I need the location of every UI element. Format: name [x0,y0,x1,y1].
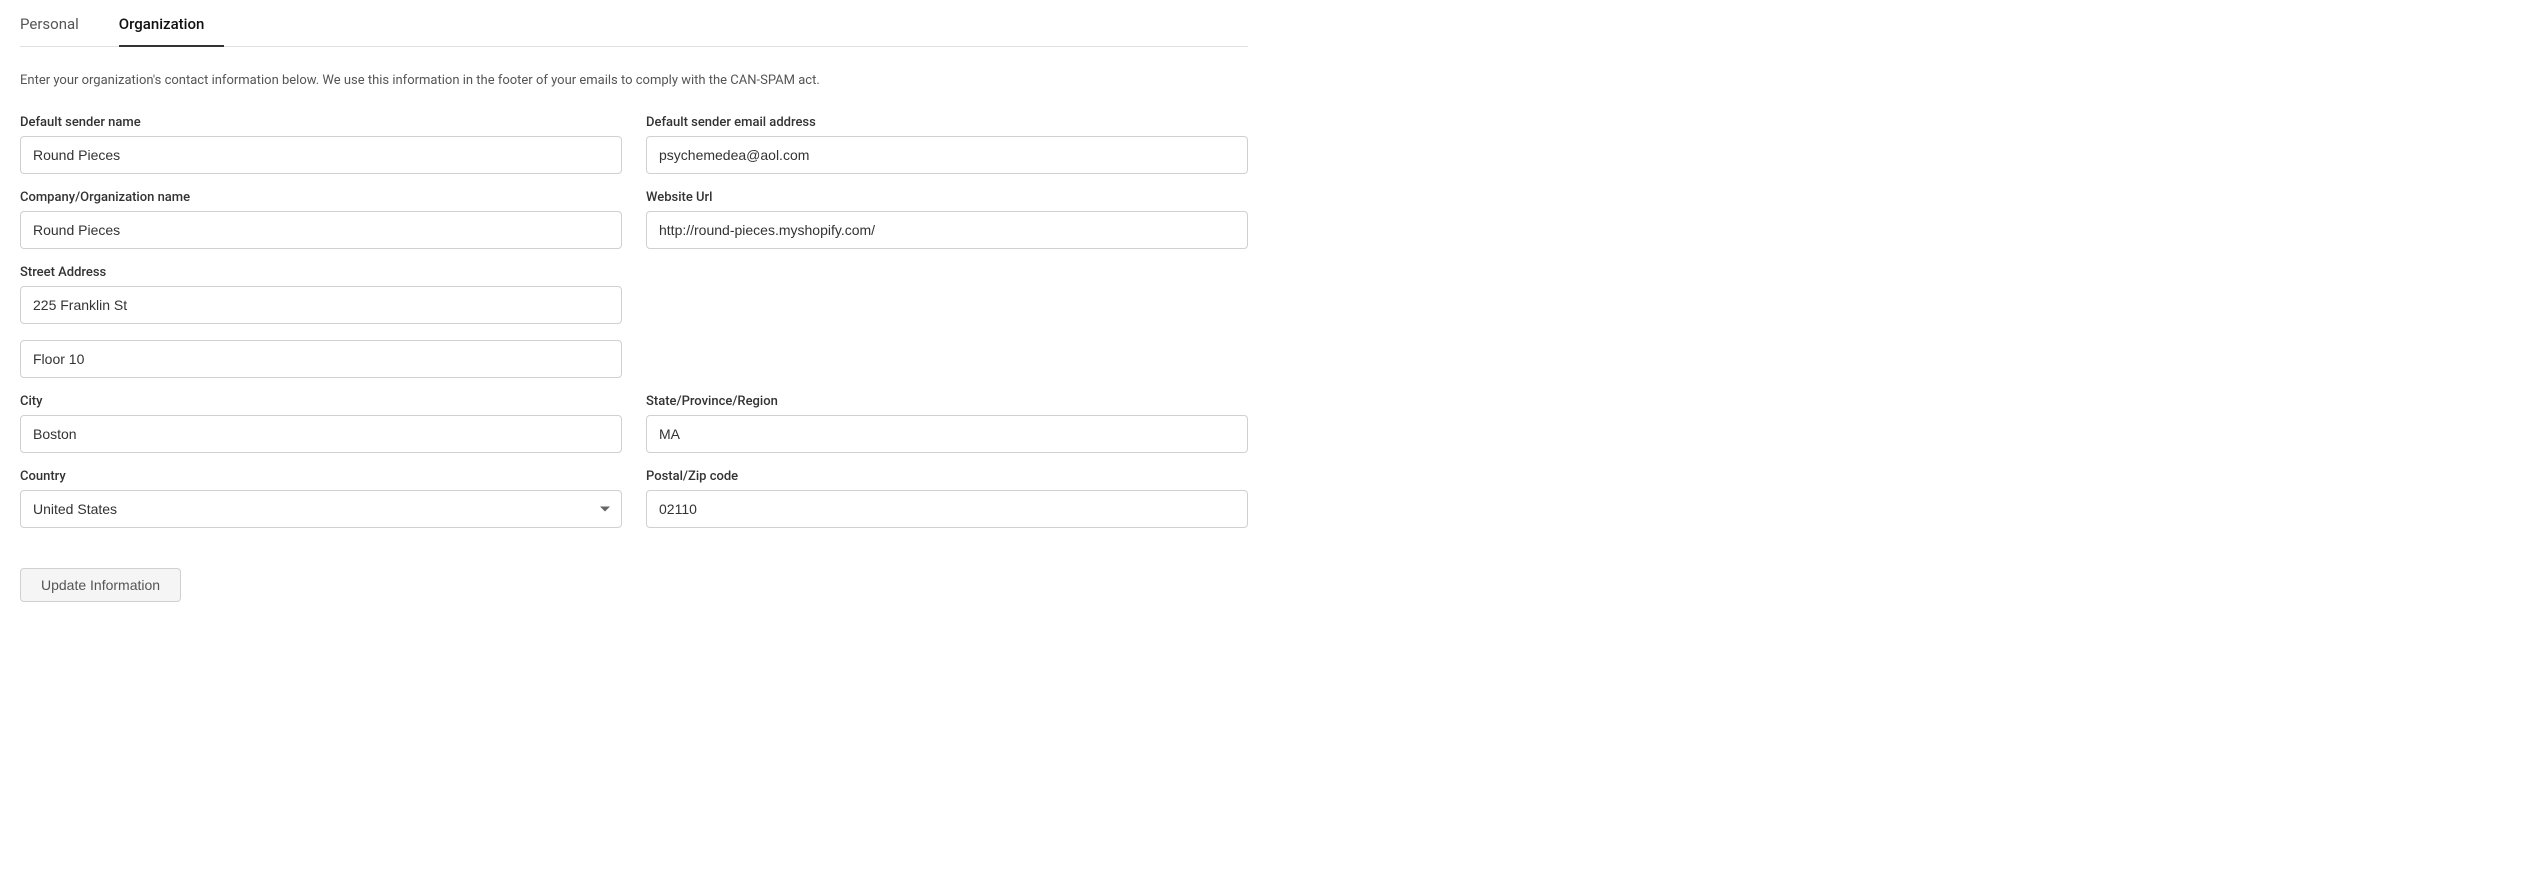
row-company: Company/Organization name Website Url [20,190,1248,249]
label-sender-name: Default sender name [20,115,622,130]
address-left-col: Street Address [20,265,622,324]
input-website-url[interactable] [646,211,1248,249]
group-country: Country United States Canada United King… [20,469,622,528]
group-company-name: Company/Organization name [20,190,622,249]
label-company-name: Company/Organization name [20,190,622,205]
input-street-address-1[interactable] [20,286,622,324]
row-city-state: City State/Province/Region [20,394,1248,453]
label-street-address: Street Address [20,265,622,280]
input-state[interactable] [646,415,1248,453]
label-city: City [20,394,622,409]
country-select-wrapper: United States Canada United Kingdom Aust… [20,490,622,528]
select-country[interactable]: United States Canada United Kingdom Aust… [20,490,622,528]
input-street-address-2[interactable] [20,340,622,378]
group-city: City [20,394,622,453]
group-street-address: Street Address [20,265,622,324]
label-sender-email: Default sender email address [646,115,1248,130]
page-container: Personal Organization Enter your organiz… [0,0,1268,642]
label-website-url: Website Url [646,190,1248,205]
update-information-button[interactable]: Update Information [20,568,181,602]
group-street-address-2 [20,340,622,378]
address-right-col [646,265,1248,324]
group-postal-code: Postal/Zip code [646,469,1248,528]
form-description: Enter your organization's contact inform… [20,71,1248,91]
tab-organization[interactable]: Organization [119,1,225,47]
input-company-name[interactable] [20,211,622,249]
row-country-postal: Country United States Canada United King… [20,469,1248,528]
address-right-col-2 [646,340,1248,378]
group-sender-email: Default sender email address [646,115,1248,174]
input-postal-code[interactable] [646,490,1248,528]
row-street: Street Address [20,265,1248,324]
label-country: Country [20,469,622,484]
tab-personal[interactable]: Personal [20,1,99,47]
group-sender-name: Default sender name [20,115,622,174]
row-sender: Default sender name Default sender email… [20,115,1248,174]
input-sender-email[interactable] [646,136,1248,174]
group-website-url: Website Url [646,190,1248,249]
row-street-2 [20,340,1248,378]
label-state: State/Province/Region [646,394,1248,409]
label-postal-code: Postal/Zip code [646,469,1248,484]
group-state: State/Province/Region [646,394,1248,453]
input-city[interactable] [20,415,622,453]
input-sender-name[interactable] [20,136,622,174]
address-left-col-2 [20,340,622,378]
tabs-container: Personal Organization [20,0,1248,47]
